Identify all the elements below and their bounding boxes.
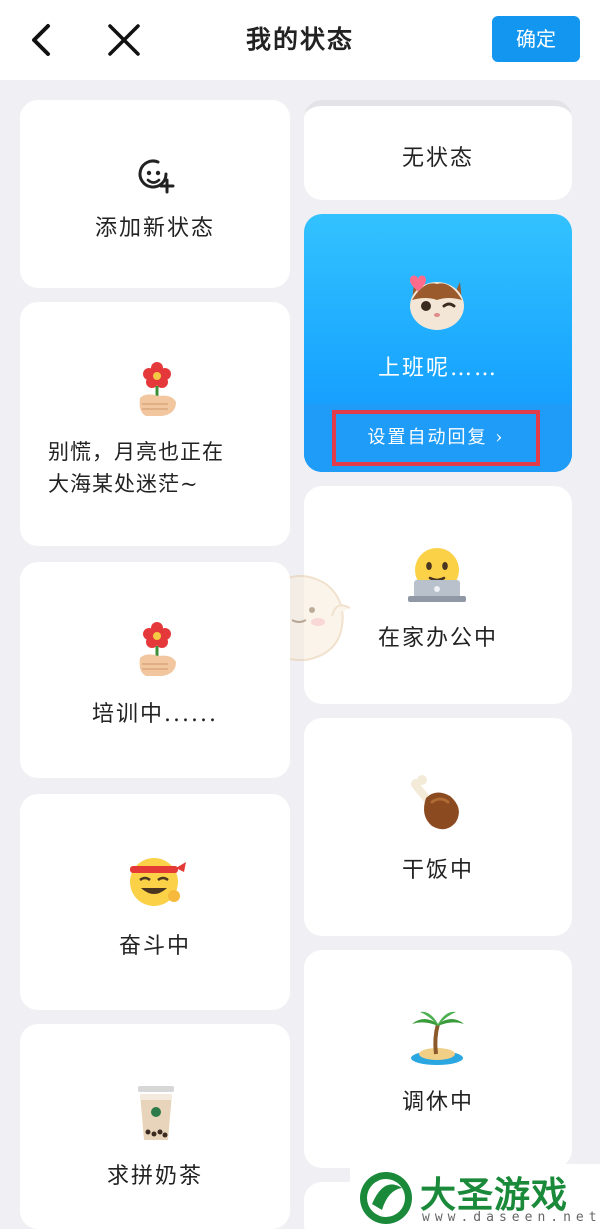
moon-quote-line2: 大海某处迷茫~ bbox=[48, 472, 199, 496]
status-label: 干饭中 bbox=[401, 858, 474, 883]
chevron-left-icon[interactable] bbox=[22, 18, 62, 62]
cat-face-icon bbox=[410, 275, 464, 330]
status-card-none[interactable]: 无状态 bbox=[304, 100, 572, 200]
close-icon[interactable] bbox=[102, 18, 146, 62]
status-card-bubble-tea[interactable]: 求拼奶茶 bbox=[20, 1024, 290, 1229]
add-emoji-icon bbox=[138, 159, 175, 194]
site-url: www.daseen.net bbox=[422, 1210, 600, 1225]
status-card-moon-quote[interactable]: 别慌，月亮也正在 大海某处迷茫~ bbox=[20, 302, 290, 546]
status-card-eating[interactable]: 干饭中 bbox=[304, 718, 572, 936]
moon-quote-line1: 别慌，月亮也正在 bbox=[48, 440, 224, 464]
add-status-card[interactable]: 添加新状态 bbox=[20, 100, 290, 288]
laptop-face-icon bbox=[408, 548, 466, 602]
drumstick-icon bbox=[411, 775, 459, 830]
add-status-label: 添加新状态 bbox=[94, 216, 215, 241]
flower-hand-icon bbox=[139, 362, 176, 416]
bubble-tea-icon bbox=[138, 1086, 174, 1140]
status-label: 求拼奶茶 bbox=[106, 1164, 203, 1189]
site-logo-icon bbox=[360, 1172, 412, 1224]
flower-hand-icon bbox=[139, 622, 176, 676]
palm-island-icon bbox=[411, 1011, 464, 1065]
status-label: 奋斗中 bbox=[118, 934, 191, 959]
auto-reply-button[interactable]: 设置自动回复 › bbox=[332, 410, 540, 466]
moon-quote-text: 别慌，月亮也正在 大海某处迷茫~ bbox=[48, 436, 278, 500]
headband-face-icon bbox=[130, 858, 186, 906]
status-label: 培训中...... bbox=[92, 702, 218, 727]
top-bar: 我的状态 确定 bbox=[0, 0, 600, 80]
confirm-button[interactable]: 确定 bbox=[492, 16, 580, 62]
status-label: 无状态 bbox=[401, 146, 474, 171]
status-label: 调休中 bbox=[401, 1090, 474, 1115]
status-card-fighting[interactable]: 奋斗中 bbox=[20, 794, 290, 1010]
status-label: 上班呢…… bbox=[377, 356, 498, 381]
status-card-training[interactable]: 培训中...... bbox=[20, 562, 290, 778]
status-card-resting[interactable]: 调休中 bbox=[304, 950, 572, 1168]
site-watermark: 大圣游戏网 www.daseen.net bbox=[350, 1164, 600, 1229]
